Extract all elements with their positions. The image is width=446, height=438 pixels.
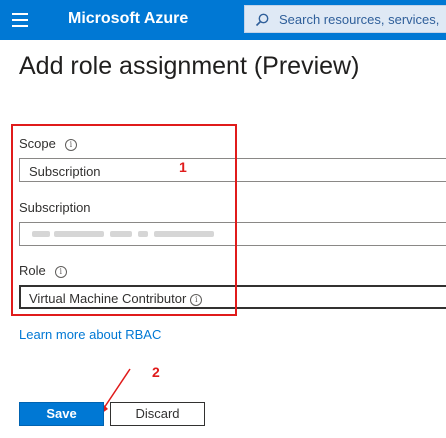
save-button[interactable]: Save [19,402,104,426]
discard-button[interactable]: Discard [110,402,205,426]
annotation-arrow [98,368,131,416]
